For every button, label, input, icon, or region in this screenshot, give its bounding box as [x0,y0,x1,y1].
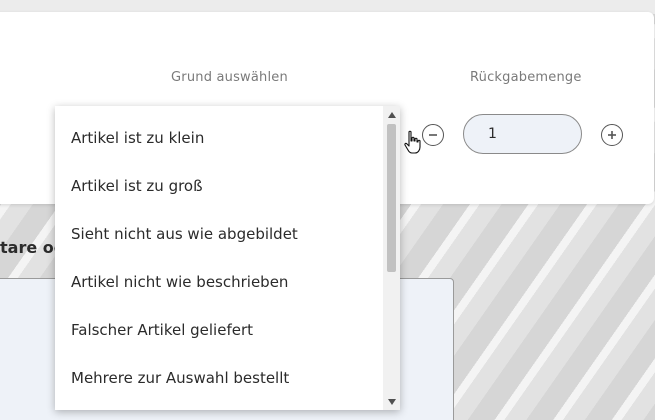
dropdown-scrollbar[interactable] [383,106,400,410]
dropdown-option[interactable]: Artikel ist zu klein [55,114,383,162]
minus-circle-icon [429,134,437,136]
comments-section-heading: tare oc [0,238,64,257]
triangle-up-icon [387,111,396,118]
triangle-down-icon [387,398,396,405]
dropdown-option[interactable]: Mehrere zur Auswahl bestellt [55,354,383,402]
quantity-input[interactable] [463,114,582,154]
plus-circle-icon [608,131,616,139]
quantity-label: Rückgabemenge [470,70,582,85]
reason-dropdown-list[interactable]: Artikel ist zu klein Artikel ist zu groß… [55,106,400,410]
reason-label: Grund auswählen [171,70,288,85]
dropdown-option[interactable]: Artikel ist zu groß [55,162,383,210]
increase-quantity-button[interactable] [601,124,623,146]
scroll-up-button[interactable] [383,106,400,123]
scroll-thumb[interactable] [387,124,396,272]
decrease-quantity-button[interactable] [422,124,444,146]
scroll-down-button[interactable] [383,393,400,410]
dropdown-option[interactable]: Sieht nicht aus wie abgebildet [55,210,383,258]
dropdown-option[interactable]: Artikel nicht wie beschrieben [55,258,383,306]
dropdown-option[interactable]: Falscher Artikel geliefert [55,306,383,354]
